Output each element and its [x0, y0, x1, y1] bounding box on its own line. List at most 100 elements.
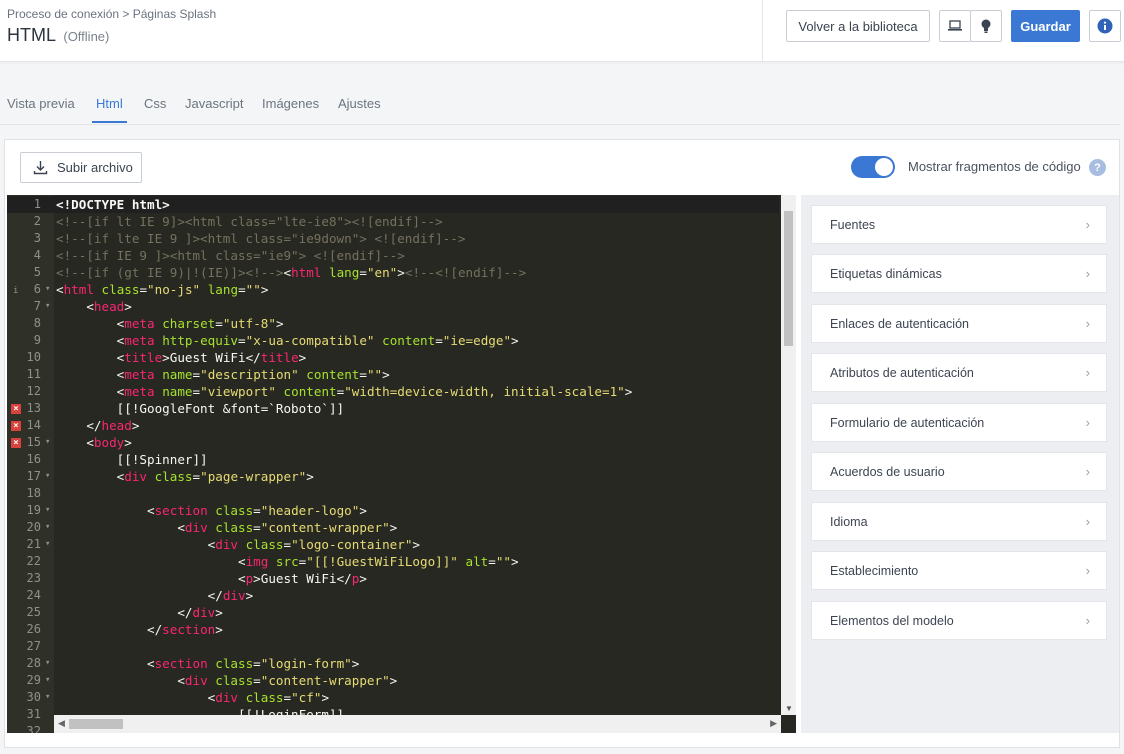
- code-line[interactable]: i 6 ▾ <html class="no-js" lang="">: [7, 281, 779, 298]
- code-line[interactable]: × 13 [[!GoogleFont &font=`Roboto`]]: [7, 400, 779, 417]
- info-button[interactable]: [1089, 10, 1121, 42]
- line-number: 6: [33, 282, 41, 296]
- scroll-right-icon[interactable]: ▶: [770, 718, 777, 729]
- scroll-left-icon[interactable]: ◀: [58, 718, 65, 729]
- code-line[interactable]: 24 </div>: [7, 587, 779, 604]
- code-token: class: [245, 690, 284, 705]
- code-line[interactable]: 18: [7, 485, 779, 502]
- fold-arrow-icon[interactable]: ▾: [45, 689, 50, 706]
- help-icon[interactable]: ?: [1089, 159, 1106, 176]
- accordion-template-elements[interactable]: Elementos del modelo ›: [811, 601, 1107, 640]
- code-text: <!--[if (gt IE 9)|!(IE)]><!--><html lang…: [56, 264, 526, 281]
- fold-arrow-icon[interactable]: ▾: [45, 519, 50, 536]
- tab-settings[interactable]: Ajustes: [338, 96, 381, 121]
- preview-desktop-button[interactable]: [939, 10, 971, 42]
- code-token: <: [56, 571, 246, 586]
- breadcrumb[interactable]: Proceso de conexión > Páginas Splash: [7, 7, 216, 21]
- fold-arrow-icon[interactable]: ▾: [45, 434, 50, 451]
- code-line[interactable]: 19 ▾ <section class="header-logo">: [7, 502, 779, 519]
- code-line[interactable]: 3 <!--[if lte IE 9 ]><html class="ie9down…: [7, 230, 779, 247]
- code-token: <!--<![endif]-->: [404, 265, 527, 280]
- save-button[interactable]: Guardar: [1011, 10, 1080, 42]
- code-line[interactable]: 17 ▾ <div class="page-wrapper">: [7, 468, 779, 485]
- line-number: 28: [26, 656, 41, 670]
- top-bar: Proceso de conexión > Páginas Splash HTM…: [0, 0, 1124, 62]
- vertical-scrollbar[interactable]: ▼: [781, 195, 796, 715]
- code-line[interactable]: 21 ▾ <div class="logo-container">: [7, 536, 779, 553]
- accordion-label: Etiquetas dinámicas: [830, 266, 942, 281]
- code-line[interactable]: 27: [7, 638, 779, 655]
- fold-arrow-icon[interactable]: ▾: [45, 468, 50, 485]
- horizontal-scrollbar[interactable]: ◀ ▶: [54, 715, 781, 733]
- accordion-auth-form[interactable]: Formulario de autenticación ›: [811, 403, 1107, 442]
- code-token: "[[!GuestWiFiLogo]]": [306, 554, 458, 569]
- code-line[interactable]: 10 <title>Guest WiFi</title>: [7, 349, 779, 366]
- fold-arrow-icon[interactable]: ▾: [45, 672, 50, 689]
- code-line[interactable]: 8 <meta charset="utf-8">: [7, 315, 779, 332]
- code-token: >: [351, 656, 360, 671]
- fold-arrow-icon[interactable]: ▾: [45, 655, 50, 672]
- tab-css[interactable]: Css: [144, 96, 166, 121]
- snippets-toggle[interactable]: [851, 156, 895, 178]
- fold-arrow-icon[interactable]: ▾: [45, 536, 50, 553]
- code-line[interactable]: 25 </div>: [7, 604, 779, 621]
- code-line[interactable]: 22 <img src="[[!GuestWiFiLogo]]" alt="">: [7, 553, 779, 570]
- code-line[interactable]: 7 ▾ <head>: [7, 298, 779, 315]
- horizontal-scrollbar-thumb[interactable]: [69, 719, 123, 729]
- line-number: 13: [26, 401, 41, 415]
- accordion-auth-links[interactable]: Enlaces de autenticación ›: [811, 304, 1107, 343]
- code-line[interactable]: × 14 </head>: [7, 417, 779, 434]
- code-token: lang: [207, 282, 239, 297]
- vertical-scrollbar-thumb[interactable]: [784, 211, 793, 346]
- code-token: <: [56, 656, 155, 671]
- code-line[interactable]: 1 <!DOCTYPE html>: [7, 196, 779, 213]
- tips-button[interactable]: [970, 10, 1002, 42]
- code-token: </: [56, 622, 163, 637]
- code-token: head: [101, 418, 132, 433]
- code-token: >: [298, 350, 307, 365]
- code-token: "logo-container": [291, 537, 413, 552]
- code-line[interactable]: 26 </section>: [7, 621, 779, 638]
- code-token: [[!Spinner]]: [56, 452, 208, 467]
- accordion-fonts[interactable]: Fuentes ›: [811, 205, 1107, 244]
- scroll-down-icon[interactable]: ▼: [785, 704, 793, 713]
- code-text: <meta name="description" content="">: [56, 366, 390, 383]
- code-line[interactable]: 23 <p>Guest WiFi</p>: [7, 570, 779, 587]
- fold-arrow-icon[interactable]: ▾: [45, 502, 50, 519]
- code-line[interactable]: 9 <meta http-equiv="x-ua-compatible" con…: [7, 332, 779, 349]
- upload-file-button[interactable]: Subir archivo: [20, 152, 142, 183]
- accordion-venue[interactable]: Establecimiento ›: [811, 551, 1107, 590]
- code-line[interactable]: 16 [[!Spinner]]: [7, 451, 779, 468]
- line-number: 8: [33, 316, 41, 330]
- code-token: <: [56, 333, 125, 348]
- fold-arrow-icon[interactable]: ▾: [45, 298, 50, 315]
- code-token: =: [283, 690, 292, 705]
- accordion-language[interactable]: Idioma ›: [811, 502, 1107, 541]
- code-token: =: [253, 503, 261, 518]
- tab-html[interactable]: Html: [92, 96, 127, 123]
- code-line[interactable]: 11 <meta name="description" content="">: [7, 366, 779, 383]
- code-line[interactable]: 20 ▾ <div class="content-wrapper">: [7, 519, 779, 536]
- back-to-library-button[interactable]: Volver a la biblioteca: [786, 10, 930, 42]
- tab-preview[interactable]: Vista previa: [7, 96, 75, 121]
- accordion-dynamic-tags[interactable]: Etiquetas dinámicas ›: [811, 254, 1107, 293]
- tab-images[interactable]: Imágenes: [262, 96, 319, 121]
- code-line[interactable]: 12 <meta name="viewport" content="width=…: [7, 383, 779, 400]
- code-line[interactable]: 4 <!--[if IE 9 ]><html class="ie9"> <![en…: [7, 247, 779, 264]
- code-token: >Guest WiFi</: [162, 350, 261, 365]
- accordion-user-agreements[interactable]: Acuerdos de usuario ›: [811, 452, 1107, 491]
- fold-arrow-icon[interactable]: ▾: [45, 281, 50, 298]
- code-line[interactable]: × 15 ▾ <body>: [7, 434, 779, 451]
- code-token: content: [306, 367, 360, 382]
- code-line[interactable]: 29 ▾ <div class="content-wrapper">: [7, 672, 779, 689]
- code-token: class: [215, 520, 254, 535]
- tab-javascript[interactable]: Javascript: [185, 96, 244, 121]
- code-lines[interactable]: 1 <!DOCTYPE html> 2 <!--[if lt IE 9]><html …: [7, 196, 779, 733]
- accordion-auth-attributes[interactable]: Atributos de autenticación ›: [811, 353, 1107, 392]
- code-editor[interactable]: 1 <!DOCTYPE html> 2 <!--[if lt IE 9]><html …: [7, 195, 796, 733]
- code-line[interactable]: 30 ▾ <div class="cf">: [7, 689, 779, 706]
- code-line[interactable]: 28 ▾ <section class="login-form">: [7, 655, 779, 672]
- code-line[interactable]: 5 <!--[if (gt IE 9)|!(IE)]><!--><html lan…: [7, 264, 779, 281]
- code-line[interactable]: 2 <!--[if lt IE 9]><html class="lte-ie8">…: [7, 213, 779, 230]
